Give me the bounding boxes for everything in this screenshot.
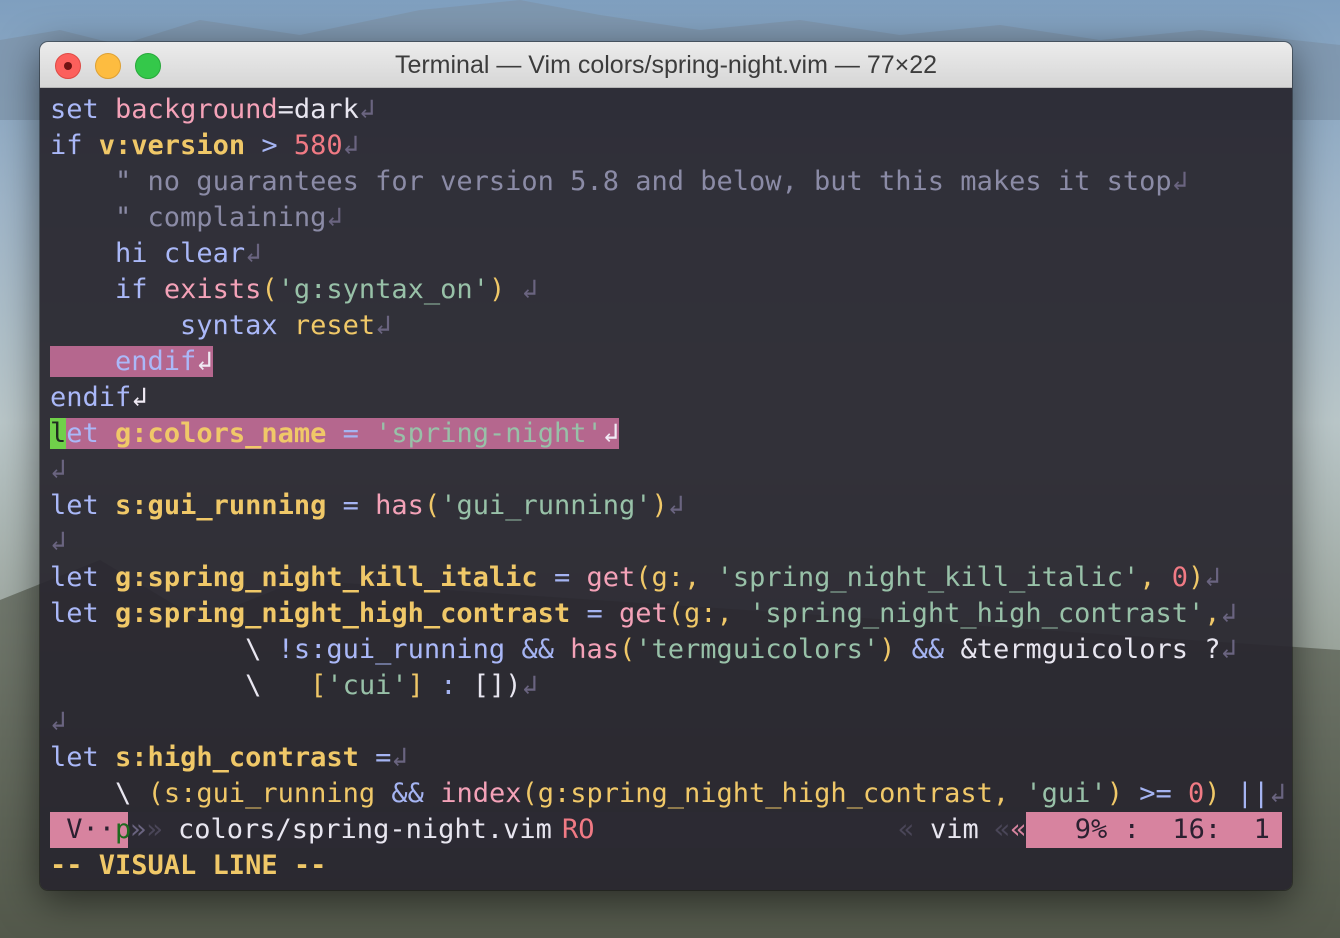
readonly-flag: RO bbox=[562, 814, 595, 845]
code-line: let s:gui_running = has('gui_running')↲ bbox=[50, 490, 685, 521]
code-line: let s:high_contrast =↲ bbox=[50, 742, 408, 773]
title-bar: Terminal — Vim colors/spring-night.vim —… bbox=[40, 42, 1292, 88]
vim-buffer[interactable]: set background=dark↲ if v:version > 580↲… bbox=[50, 92, 1286, 884]
comment-line: " complaining↲ bbox=[115, 202, 343, 233]
code-line: if exists('g:syntax_on') ↲ bbox=[115, 274, 538, 305]
statusline-separator: « bbox=[898, 814, 915, 845]
code-line: let g:spring_night_high_contrast = get(g… bbox=[50, 598, 1237, 629]
code-line: syntax reset↲ bbox=[180, 310, 392, 341]
mode-indicator: V··p bbox=[50, 812, 131, 848]
empty-line: ↲ bbox=[50, 706, 67, 737]
comment-line: " no guarantees for version 5.8 and belo… bbox=[115, 166, 1188, 197]
code-line: endif↲ bbox=[50, 382, 148, 413]
code-line: \ ['cui'] : [])↲ bbox=[245, 670, 538, 701]
statusline-separator: »» bbox=[130, 814, 163, 845]
text-cursor: l bbox=[50, 418, 67, 449]
statusline-separator: «« bbox=[994, 814, 1027, 845]
code-line: set background=dark↲ bbox=[50, 94, 376, 125]
statusline-filetype: vim bbox=[930, 814, 979, 845]
code-line: \ !s:gui_running && has('termguicolors')… bbox=[245, 634, 1237, 665]
code-line: let g:spring_night_kill_italic = get(g:,… bbox=[50, 562, 1221, 593]
vim-statusline: V··p »» colors/spring-night.vim RO « vim… bbox=[50, 812, 1282, 848]
empty-line: ↲ bbox=[50, 454, 67, 485]
empty-line: ↲ bbox=[50, 526, 67, 557]
code-line-selected: endif↲ bbox=[50, 344, 1282, 380]
code-line: \ (s:gui_running && index(g:spring_night… bbox=[115, 778, 1286, 809]
statusline-filename: colors/spring-night.vim bbox=[178, 814, 552, 845]
terminal-window: Terminal — Vim colors/spring-night.vim —… bbox=[40, 42, 1292, 890]
code-line: hi clear↲ bbox=[115, 238, 262, 269]
code-line: if v:version > 580↲ bbox=[50, 130, 359, 161]
cursor-position: 9% : 16: 1 bbox=[1026, 812, 1282, 848]
visual-line-mode-indicator: -- VISUAL LINE -- bbox=[50, 850, 327, 881]
code-line-selected: let g:colors_name = 'spring-night'↲ bbox=[50, 418, 620, 449]
window-title: Terminal — Vim colors/spring-night.vim —… bbox=[394, 51, 938, 79]
